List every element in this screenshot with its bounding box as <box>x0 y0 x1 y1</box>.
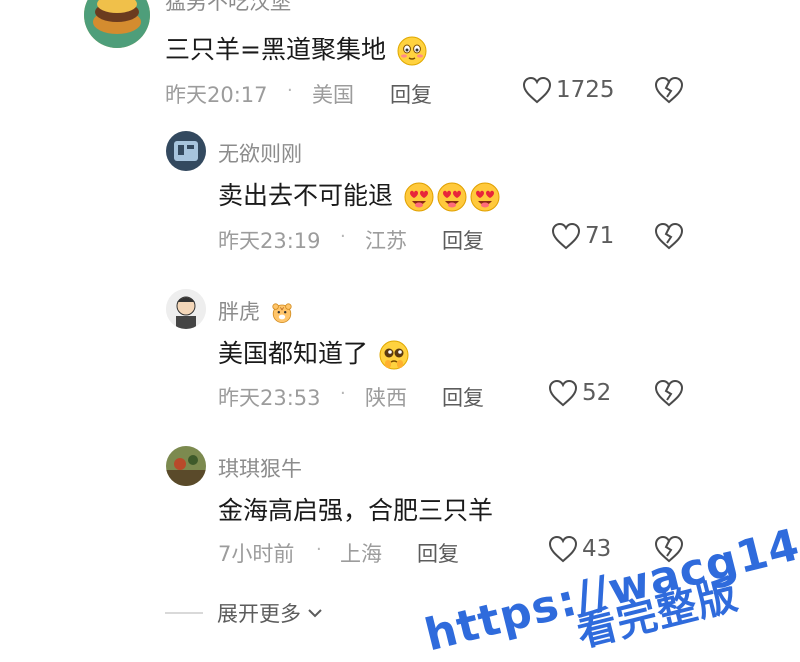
broken-heart-icon <box>654 379 684 407</box>
comment-time: 7小时前 <box>218 542 295 566</box>
avatar[interactable] <box>166 446 206 486</box>
comment-text-content: 卖出去不可能退 <box>218 181 394 210</box>
like-count: 71 <box>585 223 615 249</box>
shy-face-emoji-icon <box>397 36 427 66</box>
comment-author-name: 胖虎 <box>218 300 260 324</box>
comment-author[interactable]: 猛男不吃汉堡 <box>165 0 291 16</box>
avatar[interactable] <box>84 0 150 48</box>
comment-location: 江苏 <box>365 229 407 253</box>
comment-author[interactable]: 无欲则刚 <box>218 138 302 168</box>
comment-text: 美国都知道了 <box>218 334 409 370</box>
comment-text: 卖出去不可能退 <box>218 176 500 212</box>
heart-icon <box>548 535 578 563</box>
heart-eyes-emoji-icon <box>470 182 500 212</box>
like-button[interactable]: 43 <box>548 535 611 563</box>
expand-more-button[interactable]: 展开更多 <box>165 598 325 628</box>
separator-dot: · <box>287 80 293 101</box>
comment-time: 昨天23:53 <box>218 386 321 410</box>
avatar[interactable] <box>166 131 206 171</box>
separator-dot: · <box>316 539 322 560</box>
separator-dot: · <box>340 383 346 404</box>
comment-author[interactable]: 胖虎 <box>218 296 294 326</box>
comment-time: 昨天20:17 <box>165 83 268 107</box>
like-button[interactable]: 1725 <box>522 76 615 104</box>
like-count: 43 <box>582 536 612 562</box>
dislike-button[interactable] <box>654 222 684 254</box>
comment-time: 昨天23:19 <box>218 229 321 253</box>
dislike-button[interactable] <box>654 76 684 108</box>
pleading-face-emoji-icon <box>379 340 409 370</box>
comment-text-content: 美国都知道了 <box>218 339 369 368</box>
like-count: 52 <box>582 380 612 406</box>
like-count: 1725 <box>556 77 615 103</box>
comment-author[interactable]: 琪琪狠牛 <box>218 453 302 483</box>
chevron-down-icon <box>308 609 322 618</box>
like-button[interactable]: 71 <box>551 222 614 250</box>
reply-button[interactable]: 回复 <box>390 79 432 109</box>
broken-heart-icon <box>654 76 684 104</box>
comment-location: 上海 <box>340 542 382 566</box>
comment-text-content: 三只羊=黑道聚集地 <box>165 35 386 64</box>
dislike-button[interactable] <box>654 379 684 411</box>
reply-button[interactable]: 回复 <box>442 225 484 255</box>
avatar[interactable] <box>166 289 206 329</box>
comment-location: 美国 <box>312 83 354 107</box>
heart-eyes-emoji-icon <box>404 182 434 212</box>
heart-eyes-emoji-icon <box>437 182 467 212</box>
like-button[interactable]: 52 <box>548 379 611 407</box>
heart-icon <box>548 379 578 407</box>
divider-line <box>165 612 203 614</box>
comment-location: 陕西 <box>365 386 407 410</box>
broken-heart-icon <box>654 222 684 250</box>
heart-icon <box>522 76 552 104</box>
comment-text: 金海高启强，合肥三只羊 <box>218 496 494 525</box>
reply-button[interactable]: 回复 <box>442 382 484 412</box>
tiger-face-icon <box>270 301 294 325</box>
expand-more-label: 展开更多 <box>217 602 301 626</box>
separator-dot: · <box>340 226 346 247</box>
reply-button[interactable]: 回复 <box>417 538 459 568</box>
comment-text: 三只羊=黑道聚集地 <box>165 30 427 66</box>
heart-icon <box>551 222 581 250</box>
